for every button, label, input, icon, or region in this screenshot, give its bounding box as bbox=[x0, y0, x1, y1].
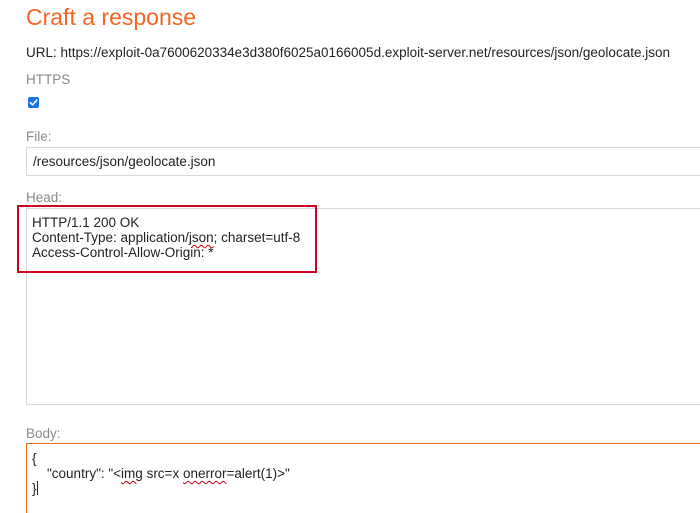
body-textarea[interactable]: { "country": "<img src=x onerror=alert(1… bbox=[26, 443, 700, 513]
body-line-1: { bbox=[32, 451, 37, 466]
url-label: URL: bbox=[26, 45, 57, 60]
checkmark-icon bbox=[29, 99, 38, 106]
craft-response-page: Craft a response URL: https://exploit-0a… bbox=[0, 0, 700, 513]
page-title: Craft a response bbox=[26, 4, 197, 30]
spellcheck-word: onerror bbox=[182, 466, 227, 481]
url-value: https://exploit-0a7600620334e3d380f6025a… bbox=[60, 45, 670, 60]
file-label: File: bbox=[26, 129, 52, 144]
url-line: URL: https://exploit-0a7600620334e3d380f… bbox=[26, 45, 670, 60]
text-cursor bbox=[36, 481, 38, 495]
body-line-2-part: "country": "< bbox=[32, 466, 122, 481]
highlight-annotation-box bbox=[17, 205, 317, 273]
head-label: Head: bbox=[26, 190, 63, 205]
body-line-2-part: =alert(1)>" bbox=[226, 466, 290, 481]
body-label: Body: bbox=[26, 426, 61, 441]
https-label: HTTPS bbox=[26, 72, 71, 87]
file-input[interactable]: /resources/json/geolocate.json bbox=[26, 147, 700, 176]
https-checkbox[interactable] bbox=[28, 97, 39, 108]
body-line-2-part: src=x bbox=[142, 466, 183, 481]
body-text: { "country": "<img src=x onerror=alert(1… bbox=[32, 451, 290, 496]
spellcheck-word: img bbox=[121, 466, 143, 481]
body-line-2: "country": "<img src=x onerror=alert(1)>… bbox=[32, 466, 290, 481]
body-line-3: } bbox=[32, 481, 38, 496]
